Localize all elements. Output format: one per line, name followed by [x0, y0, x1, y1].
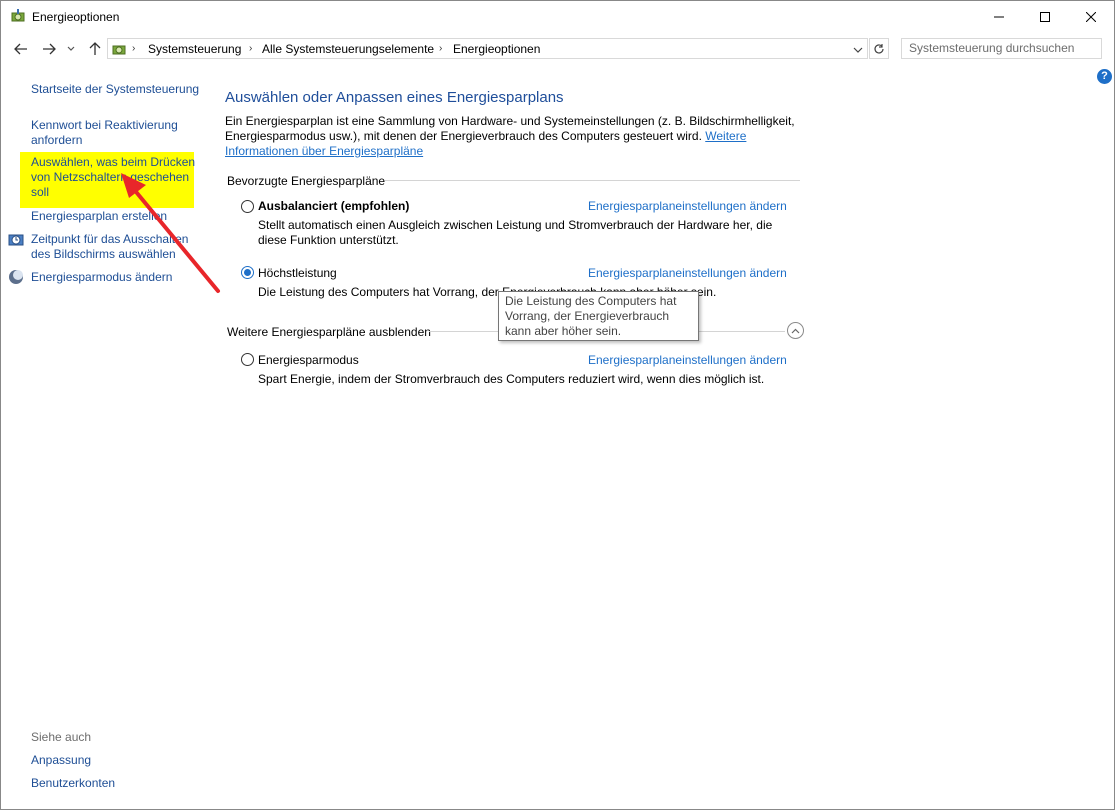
sidebar-link-bildschirm[interactable]: Zeitpunkt für das Ausschalten des Bildsc… [31, 232, 196, 262]
sidebar-link-netzschalter[interactable]: Auswählen, was beim Drücken von Netzscha… [31, 155, 199, 200]
close-button[interactable] [1068, 1, 1114, 32]
search-input[interactable]: Systemsteuerung durchsuchen [901, 38, 1102, 59]
sidebar-link-plan-erstellen[interactable]: Energiesparplan erstellen [31, 209, 201, 224]
breadcrumb-systemsteuerung[interactable]: Systemsteuerung [148, 42, 241, 56]
radio-plan-balanced[interactable] [241, 200, 254, 213]
moon-icon [8, 269, 24, 285]
up-button[interactable] [85, 40, 105, 58]
plan-description-power-saver: Spart Energie, indem der Stromverbrauch … [258, 372, 765, 386]
sidebar-link-energiesparmodus[interactable]: Energiesparmodus ändern [31, 270, 201, 285]
control-panel-icon [111, 41, 127, 57]
sidebar-link-startseite[interactable]: Startseite der Systemsteuerung [31, 82, 206, 97]
plan-name-high-performance[interactable]: Höchstleistung [258, 266, 337, 280]
minimize-button[interactable] [976, 1, 1022, 32]
breadcrumb-separator: › [249, 43, 253, 54]
page-title: Auswählen oder Anpassen eines Energiespa… [225, 89, 564, 106]
plan-description-balanced: Stellt automatisch einen Ausgleich zwisc… [258, 218, 773, 247]
breadcrumb-separator: › [132, 43, 136, 54]
power-options-icon [10, 8, 26, 24]
window-title: Energieoptionen [32, 10, 120, 24]
breadcrumb-alle-elemente[interactable]: Alle Systemsteuerungselemente [262, 42, 434, 56]
see-also-anpassung[interactable]: Anpassung [31, 753, 91, 768]
address-bar[interactable]: › Systemsteuerung › Alle Systemsteuerung… [107, 38, 868, 59]
chevron-down-icon[interactable] [853, 43, 863, 57]
title-bar: Energieoptionen [1, 1, 1114, 33]
breadcrumb-energieoptionen[interactable]: Energieoptionen [453, 42, 540, 56]
change-settings-link-power-saver[interactable]: Energiesparplaneinstellungen ändern [588, 353, 787, 367]
preferred-plans-heading: Bevorzugte Energiesparpläne [227, 174, 386, 188]
maximize-button[interactable] [1022, 1, 1068, 32]
radio-plan-power-saver[interactable] [241, 353, 254, 366]
navigation-bar: › Systemsteuerung › Alle Systemsteuerung… [1, 34, 1114, 64]
sidebar-link-kennwort[interactable]: Kennwort bei Reaktivierung anfordern [31, 118, 191, 148]
help-icon[interactable]: ? [1097, 69, 1112, 84]
forward-button[interactable] [39, 40, 59, 58]
radio-plan-high-performance[interactable] [241, 266, 254, 279]
page-description: Ein Energiesparplan ist eine Sammlung vo… [225, 114, 795, 159]
clock-icon [8, 232, 24, 248]
plan-name-balanced[interactable]: Ausbalanciert (empfohlen) [258, 199, 409, 213]
window: Energieoptionen › Systemsteuerung › Alle… [0, 0, 1115, 810]
breadcrumb-separator: › [439, 43, 443, 54]
tooltip: Die Leistung des Computers hat Vorrang, … [498, 291, 699, 341]
see-also-heading: Siehe auch [31, 730, 92, 744]
see-also-benutzerkonten[interactable]: Benutzerkonten [31, 776, 115, 791]
collapse-chevron-up-icon[interactable] [787, 322, 804, 339]
back-button[interactable] [11, 40, 31, 58]
hidden-plans-heading[interactable]: Weitere Energiesparpläne ausblenden [227, 325, 431, 339]
change-settings-link-high-performance[interactable]: Energiesparplaneinstellungen ändern [588, 266, 787, 280]
change-settings-link-balanced[interactable]: Energiesparplaneinstellungen ändern [588, 199, 787, 213]
plan-name-power-saver[interactable]: Energiesparmodus [258, 353, 359, 367]
refresh-button[interactable] [869, 38, 889, 59]
divider [385, 180, 800, 181]
recent-locations-dropdown[interactable] [64, 40, 78, 58]
